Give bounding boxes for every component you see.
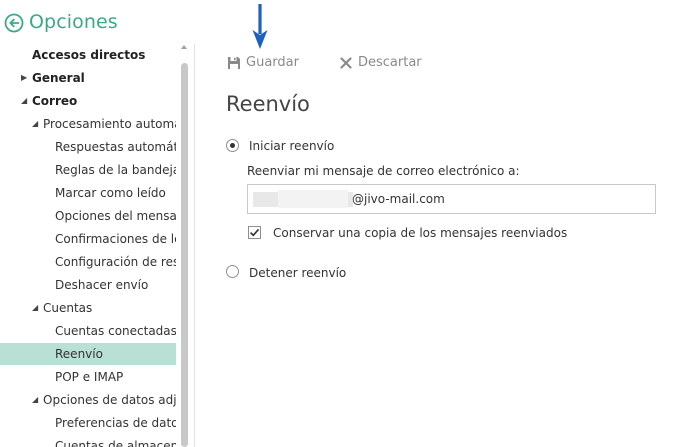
annotation-arrow-icon — [252, 4, 268, 49]
caret-right-icon[interactable]: ▶ — [21, 67, 27, 89]
caret-down-icon[interactable]: ◢ — [21, 90, 27, 112]
sidebar-item-label: Procesamiento automático — [43, 117, 176, 131]
sidebar-item[interactable]: Cuentas de almacenamiento — [0, 435, 176, 447]
sidebar-item-label: Deshacer envío — [55, 278, 149, 292]
sidebar-item[interactable]: ▶ General — [0, 67, 176, 89]
sidebar-item-label: Reglas de la bandeja de entrada — [55, 163, 176, 177]
stop-forwarding-radio[interactable] — [226, 265, 239, 278]
sidebar-item[interactable]: ◢ Procesamiento automático — [0, 113, 176, 135]
sidebar-item-label: POP e IMAP — [55, 370, 124, 384]
sidebar-scroll-thumb[interactable] — [181, 63, 188, 447]
sidebar-item-label: Confirmaciones de lectura — [55, 232, 176, 246]
discard-label: Descartar — [358, 55, 422, 70]
sidebar-item[interactable]: Preferencias de datos adjuntos — [0, 412, 176, 434]
save-icon — [228, 57, 240, 69]
pane-divider — [194, 44, 195, 447]
sidebar-item-label: Cuentas de almacenamiento — [55, 439, 176, 447]
sidebar-item-label: Reenvío — [55, 347, 103, 361]
stop-forwarding-label: Detener reenvío — [249, 266, 347, 280]
settings-nav: Accesos directos ▶ General ◢ Correo ◢ Procesam… — [0, 44, 190, 447]
caret-down-icon[interactable]: ◢ — [32, 389, 38, 411]
sidebar-item-label: Cuentas conectadas — [55, 324, 176, 338]
sidebar-item[interactable]: ◢ Opciones de datos adjuntos — [0, 389, 176, 411]
sidebar-item-label: Configuración de respuesta — [55, 255, 176, 269]
app-title: Opciones — [29, 11, 118, 33]
sidebar-item[interactable]: Marcar como leído — [0, 182, 176, 204]
page-title: Reenvío — [226, 92, 310, 116]
sidebar-item[interactable]: Cuentas conectadas — [0, 320, 176, 342]
sidebar-item-label: Cuentas — [43, 301, 93, 315]
keep-copy-label: Conservar una copia de los mensajes reen… — [273, 226, 568, 240]
sidebar-item[interactable]: Opciones del mensaje — [0, 205, 176, 227]
radio-selected-dot — [230, 143, 235, 148]
sidebar-item-label: General — [32, 71, 85, 85]
start-forwarding-radio[interactable] — [226, 139, 239, 152]
sidebar-item[interactable]: Reglas de la bandeja de entrada — [0, 159, 176, 181]
sidebar-item-label: Preferencias de datos adjuntos — [55, 416, 176, 430]
save-label: Guardar — [246, 55, 299, 70]
sidebar-item-label: Respuestas automáticas — [55, 140, 176, 154]
back-arrow-icon[interactable] — [4, 13, 24, 33]
sidebar-item-label: Accesos directos — [32, 48, 146, 62]
sidebar-item[interactable]: ◢ Correo — [0, 90, 176, 112]
sidebar-item-label: Correo — [32, 94, 78, 108]
checkmark-icon — [249, 228, 260, 237]
forward-to-label: Reenviar mi mensaje de correo electrónic… — [247, 164, 520, 178]
sidebar-item[interactable]: ◢ Cuentas — [0, 297, 176, 319]
sidebar-item[interactable]: Configuración de respuesta — [0, 251, 176, 273]
redacted-text — [278, 190, 348, 208]
scroll-up-icon[interactable] — [181, 45, 187, 49]
close-icon — [340, 57, 352, 69]
sidebar-item[interactable]: Respuestas automáticas — [0, 136, 176, 158]
sidebar-item-label: Marcar como leído — [55, 186, 166, 200]
sidebar-item[interactable]: Accesos directos — [0, 44, 176, 66]
sidebar-item[interactable]: Reenvío — [0, 343, 176, 365]
caret-down-icon[interactable]: ◢ — [32, 297, 38, 319]
forward-email-value: @jivo-mail.com — [352, 192, 445, 206]
sidebar-item[interactable]: Deshacer envío — [0, 274, 176, 296]
start-forwarding-label: Iniciar reenvío — [249, 139, 335, 153]
sidebar-item-label: Opciones de datos adjuntos — [43, 393, 176, 407]
sidebar-item-label: Opciones del mensaje — [55, 209, 176, 223]
forward-email-input[interactable]: @jivo-mail.com — [247, 184, 656, 214]
sidebar-item[interactable]: POP e IMAP — [0, 366, 176, 388]
keep-copy-checkbox[interactable] — [248, 226, 261, 239]
caret-down-icon[interactable]: ◢ — [32, 113, 38, 135]
sidebar-item[interactable]: Confirmaciones de lectura — [0, 228, 176, 250]
